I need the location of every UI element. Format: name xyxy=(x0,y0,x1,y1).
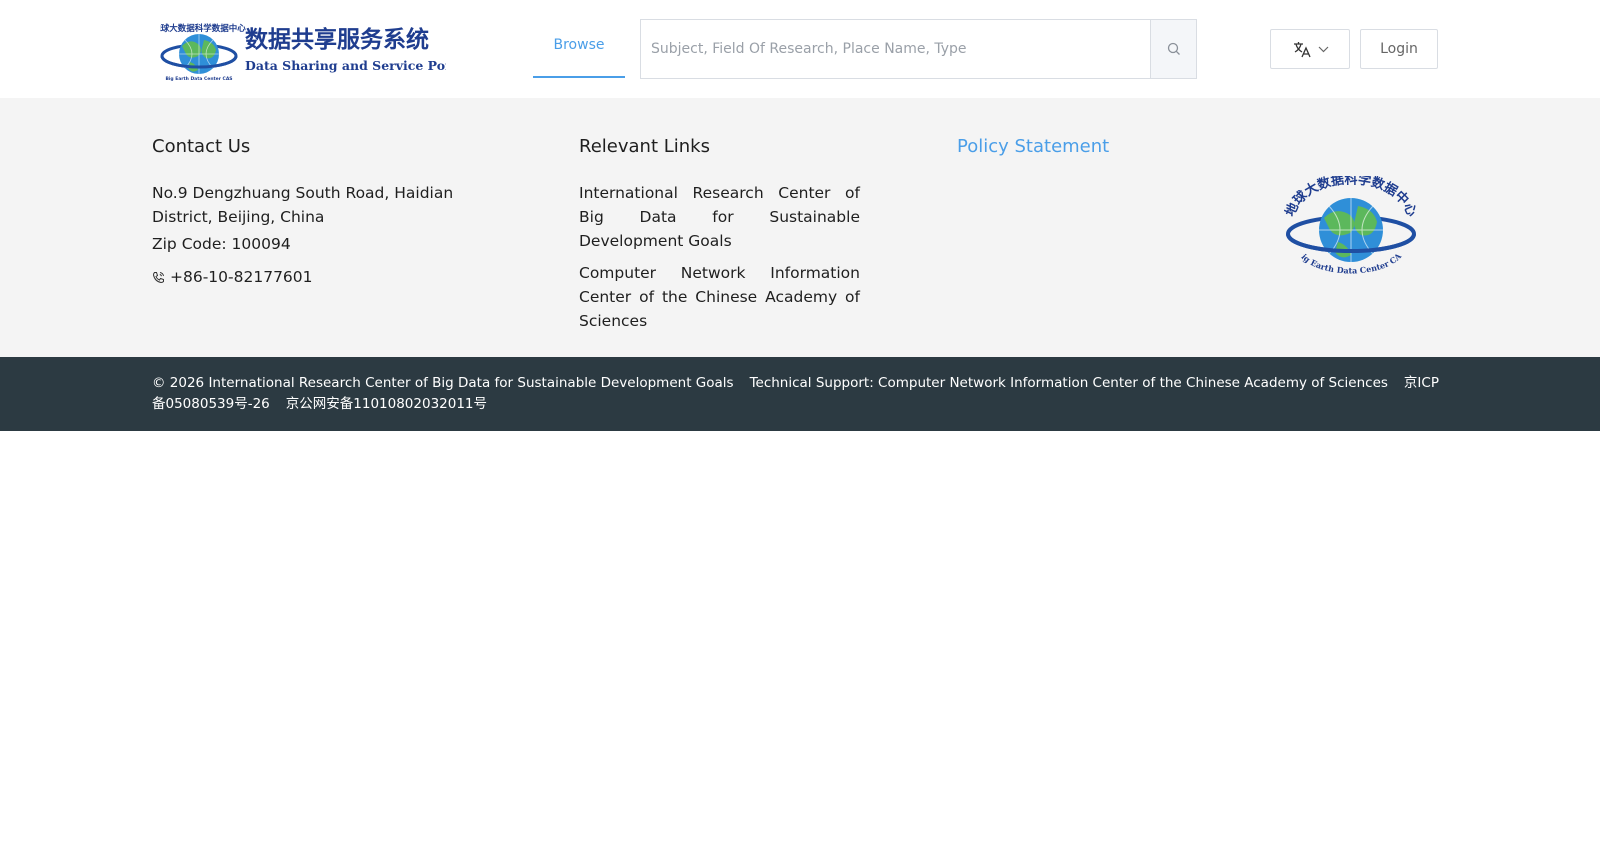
translate-icon xyxy=(1293,42,1311,58)
logo-ring-text-en: Big Earth Data Center CAS xyxy=(165,76,232,82)
nav-browse-label: Browse xyxy=(553,37,605,53)
search-input[interactable] xyxy=(641,20,1150,78)
link-irc-sdg[interactable]: International Research Center of Big Dat… xyxy=(579,181,860,253)
link-cnic-cas[interactable]: Computer Network Information Center of t… xyxy=(579,261,860,333)
footer-info: Contact Us No.9 Dengzhuang South Road, H… xyxy=(0,98,1600,357)
contact-title: Contact Us xyxy=(152,136,251,157)
copyright-bar: © 2026 International Research Center of … xyxy=(0,357,1600,431)
site-header: 地球大数据科学数据中心 Big Earth Data Center CAS 数据… xyxy=(0,0,1600,98)
contact-address: No.9 Dengzhuang South Road, Haidian Dist… xyxy=(152,184,454,226)
technical-support: Technical Support: Computer Network Info… xyxy=(749,375,1388,391)
logo-title-cn: 数据共享服务系统 xyxy=(245,26,429,53)
contact-phone: +86-10-82177601 xyxy=(152,268,313,286)
logo-ring-text: 地球大数据科学数据中心 xyxy=(160,23,246,34)
nav-browse-tab[interactable]: Browse xyxy=(533,18,625,78)
logo-title-en: Data Sharing and Service Portal xyxy=(245,58,446,73)
contact-zip: Zip Code: 100094 xyxy=(152,235,291,253)
copyright-text: © 2026 International Research Center of … xyxy=(152,373,1452,415)
copyright-owner: © 2026 International Research Center of … xyxy=(152,375,734,391)
login-button[interactable]: Login xyxy=(1360,29,1438,69)
policy-statement-link[interactable]: Policy Statement xyxy=(957,136,1109,157)
contact-phone-number: +86-10-82177601 xyxy=(170,268,313,286)
search-button[interactable] xyxy=(1150,20,1196,78)
portal-logo[interactable]: 地球大数据科学数据中心 Big Earth Data Center CAS 数据… xyxy=(160,18,446,82)
search-icon xyxy=(1167,42,1180,55)
language-switcher[interactable] xyxy=(1270,29,1350,69)
relevant-links-title: Relevant Links xyxy=(579,136,710,157)
search-bar xyxy=(640,19,1197,79)
phone-icon xyxy=(152,271,164,283)
login-label: Login xyxy=(1380,41,1418,57)
big-earth-data-logo: 地球大数据科学数据中心 Big Earth Data Center CAS xyxy=(1284,176,1418,275)
police-record-link[interactable]: 京公网安备11010802032011号 xyxy=(286,396,487,412)
chevron-down-icon xyxy=(1318,46,1328,52)
